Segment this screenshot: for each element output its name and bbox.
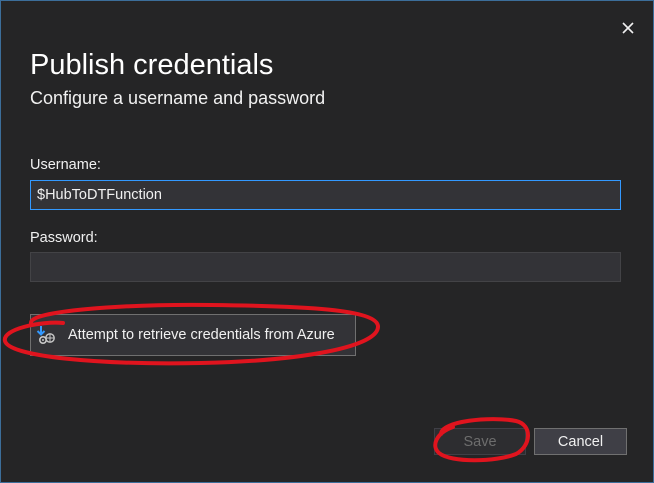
dialog-subtitle: Configure a username and password [30, 88, 326, 108]
cancel-button[interactable]: Cancel [534, 428, 627, 455]
publish-credentials-dialog: Publish credentials Configure a username… [0, 0, 654, 483]
save-button[interactable]: Save [434, 428, 526, 455]
retrieve-credentials-button[interactable]: Attempt to retrieve credentials from Azu… [30, 314, 356, 356]
retrieve-credentials-label: Attempt to retrieve credentials from Azu… [68, 327, 335, 343]
username-label: Username: [30, 157, 101, 173]
close-icon [622, 22, 634, 34]
password-label: Password: [30, 230, 98, 246]
dialog-title: Publish credentials [30, 49, 274, 81]
username-input[interactable] [30, 180, 621, 210]
close-button[interactable] [613, 13, 643, 43]
password-input[interactable] [30, 252, 621, 282]
retrieve-credentials-icon [36, 326, 55, 345]
